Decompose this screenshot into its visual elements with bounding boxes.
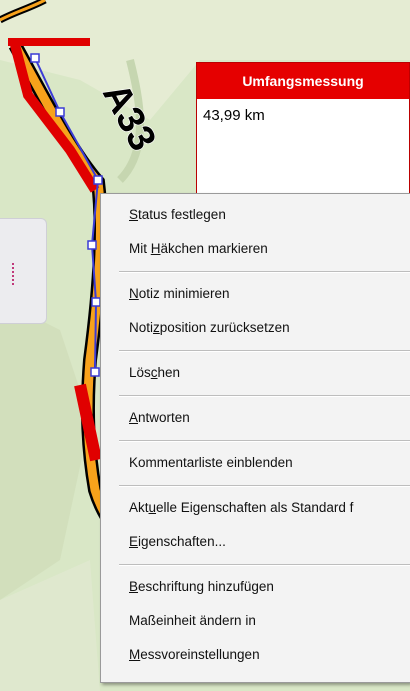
menu-separator xyxy=(119,440,410,442)
menu-item-aktuelle-eigenschaften-als-standard-f[interactable]: Aktuelle Eigenschaften als Standard f xyxy=(101,491,410,525)
note-value: 43,99 km xyxy=(203,107,265,124)
menu-item-mit-häkchen-markieren[interactable]: Mit Häkchen markieren xyxy=(101,232,410,266)
menu-separator xyxy=(119,271,410,273)
vertex-handle[interactable] xyxy=(87,240,97,250)
menu-item-kommentarliste-einblenden[interactable]: Kommentarliste einblenden xyxy=(101,446,410,480)
menu-item-notiz-minimieren[interactable]: Notiz minimieren xyxy=(101,277,410,311)
context-menu: Status festlegen Mit Häkchen markieren Not… xyxy=(100,193,410,683)
menu-separator xyxy=(119,485,410,487)
menu-item-messvoreinstellungen[interactable]: Messvoreinstellungen xyxy=(101,638,410,672)
menu-separator xyxy=(119,395,410,397)
vertex-handle[interactable] xyxy=(30,53,40,63)
menu-item-maßeinheit-ändern-in[interactable]: Maßeinheit ändern in xyxy=(101,604,410,638)
vertex-handle[interactable] xyxy=(55,107,65,117)
menu-item-notizposition-zurücksetzen[interactable]: Notizposition zurücksetzen xyxy=(101,311,410,345)
menu-item-antworten[interactable]: Antworten xyxy=(101,401,410,435)
side-panel-tab[interactable] xyxy=(0,218,47,324)
menu-item-status-festlegen[interactable]: Status festlegen xyxy=(101,198,410,232)
vertex-handle[interactable] xyxy=(91,297,101,307)
menu-item-löschen[interactable]: Löschen xyxy=(101,356,410,390)
menu-separator xyxy=(119,350,410,352)
measure-segment-top xyxy=(8,38,90,46)
menu-separator xyxy=(119,564,410,566)
measurement-note[interactable]: Umfangsmessung 43,99 km xyxy=(196,62,410,202)
comment-pin-icon xyxy=(12,263,20,285)
menu-item-eigenschaften[interactable]: Eigenschaften... xyxy=(101,525,410,559)
note-title: Umfangsmessung xyxy=(197,63,409,99)
vertex-handle[interactable] xyxy=(93,175,103,185)
vertex-handle[interactable] xyxy=(90,367,100,377)
menu-item-beschriftung-hinzufügen[interactable]: Beschriftung hinzufügen xyxy=(101,570,410,604)
